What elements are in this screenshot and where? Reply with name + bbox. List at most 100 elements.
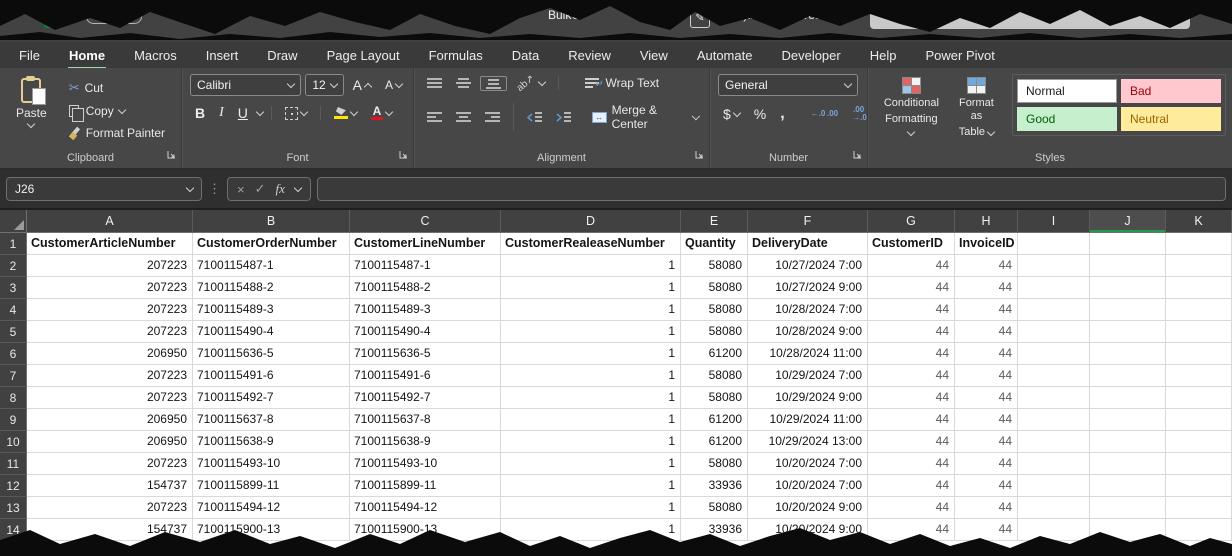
cell-E13[interactable]: 58080 — [681, 497, 748, 519]
cell-A7[interactable]: 207223 — [27, 365, 193, 387]
cell-B1[interactable]: CustomerOrderNumber — [193, 233, 350, 255]
wrap-text-button[interactable]: ↵ Wrap Text — [581, 74, 664, 92]
cell-D4[interactable]: 1 — [501, 299, 681, 321]
cell-G4[interactable]: 44 — [868, 299, 955, 321]
row-header-12[interactable]: 12 — [0, 475, 27, 497]
cell-B10[interactable]: 7100115638-9 — [193, 431, 350, 453]
cell-E3[interactable]: 58080 — [681, 277, 748, 299]
row-header-13[interactable]: 13 — [0, 497, 27, 519]
tab-insert[interactable]: Insert — [205, 44, 240, 67]
cell-J9[interactable] — [1090, 409, 1166, 431]
cell-B6[interactable]: 7100115636-5 — [193, 343, 350, 365]
cell-D10[interactable]: 1 — [501, 431, 681, 453]
cell-D8[interactable]: 1 — [501, 387, 681, 409]
tab-review[interactable]: Review — [567, 44, 612, 67]
cell-B5[interactable]: 7100115490-4 — [193, 321, 350, 343]
align-right-button[interactable] — [480, 111, 505, 124]
align-left-button[interactable] — [422, 111, 447, 124]
tab-automate[interactable]: Automate — [696, 44, 754, 67]
italic-button[interactable]: I — [214, 104, 229, 122]
cell-A1[interactable]: CustomerArticleNumber — [27, 233, 193, 255]
cell-J2[interactable] — [1090, 255, 1166, 277]
cell-K14[interactable] — [1166, 519, 1232, 541]
column-header-I[interactable]: I — [1018, 210, 1090, 233]
cell-B7[interactable]: 7100115491-6 — [193, 365, 350, 387]
clipboard-dialog-launcher[interactable] — [167, 146, 176, 164]
column-header-C[interactable]: C — [350, 210, 501, 233]
cell-I4[interactable] — [1018, 299, 1090, 321]
comma-button[interactable]: , — [775, 104, 789, 124]
cell-B12[interactable]: 7100115899-11 — [193, 475, 350, 497]
cell-I10[interactable] — [1018, 431, 1090, 453]
cell-D11[interactable]: 1 — [501, 453, 681, 475]
column-header-G[interactable]: G — [868, 210, 955, 233]
underline-button[interactable]: U — [233, 104, 253, 122]
column-header-A[interactable]: A — [27, 210, 193, 233]
font-size-combo[interactable]: 12 — [305, 74, 343, 96]
tab-data[interactable]: Data — [511, 44, 540, 67]
cell-D9[interactable]: 1 — [501, 409, 681, 431]
tab-developer[interactable]: Developer — [780, 44, 841, 67]
cell-C8[interactable]: 7100115492-7 — [350, 387, 501, 409]
cell-E7[interactable]: 58080 — [681, 365, 748, 387]
font-dialog-launcher[interactable] — [399, 146, 408, 164]
cell-B11[interactable]: 7100115493-10 — [193, 453, 350, 475]
decrease-indent-button[interactable] — [522, 111, 547, 124]
currency-button[interactable]: $ — [718, 105, 745, 123]
cell-G8[interactable]: 44 — [868, 387, 955, 409]
cancel-icon[interactable]: × — [237, 182, 245, 197]
cell-G6[interactable]: 44 — [868, 343, 955, 365]
cell-I14[interactable] — [1018, 519, 1090, 541]
cell-I11[interactable] — [1018, 453, 1090, 475]
cell-B3[interactable]: 7100115488-2 — [193, 277, 350, 299]
cell-E5[interactable]: 58080 — [681, 321, 748, 343]
alignment-dialog-launcher[interactable] — [695, 146, 704, 164]
cell-H11[interactable]: 44 — [955, 453, 1018, 475]
cell-H13[interactable]: 44 — [955, 497, 1018, 519]
cell-K4[interactable] — [1166, 299, 1232, 321]
tab-help[interactable]: Help — [869, 44, 898, 67]
cell-K7[interactable] — [1166, 365, 1232, 387]
cell-G12[interactable]: 44 — [868, 475, 955, 497]
cell-D12[interactable]: 1 — [501, 475, 681, 497]
cell-H8[interactable]: 44 — [955, 387, 1018, 409]
cell-G11[interactable]: 44 — [868, 453, 955, 475]
cell-C3[interactable]: 7100115488-2 — [350, 277, 501, 299]
cell-I2[interactable] — [1018, 255, 1090, 277]
cell-C6[interactable]: 7100115636-5 — [350, 343, 501, 365]
excel-app-icon[interactable]: X — [44, 8, 64, 28]
cell-A8[interactable]: 207223 — [27, 387, 193, 409]
cell-D6[interactable]: 1 — [501, 343, 681, 365]
cell-B14[interactable]: 7100115900-13 — [193, 519, 350, 541]
row-header-9[interactable]: 9 — [0, 409, 27, 431]
increase-indent-button[interactable] — [551, 111, 576, 124]
cell-F5[interactable]: 10/28/2024 9:00 — [748, 321, 868, 343]
cell-E12[interactable]: 33936 — [681, 475, 748, 497]
cell-C9[interactable]: 7100115637-8 — [350, 409, 501, 431]
cell-A4[interactable]: 207223 — [27, 299, 193, 321]
cell-J8[interactable] — [1090, 387, 1166, 409]
align-bottom-button[interactable] — [480, 76, 507, 91]
fill-color-button[interactable] — [329, 106, 362, 120]
cell-B4[interactable]: 7100115489-3 — [193, 299, 350, 321]
cell-C2[interactable]: 7100115487-1 — [350, 255, 501, 277]
cell-K9[interactable] — [1166, 409, 1232, 431]
row-header-3[interactable]: 3 — [0, 277, 27, 299]
cell-C5[interactable]: 7100115490-4 — [350, 321, 501, 343]
row-header-8[interactable]: 8 — [0, 387, 27, 409]
cell-F3[interactable]: 10/27/2024 9:00 — [748, 277, 868, 299]
cell-G5[interactable]: 44 — [868, 321, 955, 343]
cell-G9[interactable]: 44 — [868, 409, 955, 431]
cell-B9[interactable]: 7100115637-8 — [193, 409, 350, 431]
column-header-B[interactable]: B — [193, 210, 350, 233]
cell-B2[interactable]: 7100115487-1 — [193, 255, 350, 277]
cell-F9[interactable]: 10/29/2024 11:00 — [748, 409, 868, 431]
cell-A14[interactable]: 154737 — [27, 519, 193, 541]
merge-center-button[interactable]: ↔ Merge & Center — [588, 101, 703, 133]
conditional-formatting-button[interactable]: Conditional Formatting — [876, 74, 947, 148]
cell-I5[interactable] — [1018, 321, 1090, 343]
align-top-button[interactable] — [422, 77, 447, 90]
number-dialog-launcher[interactable] — [853, 146, 862, 164]
row-header-6[interactable]: 6 — [0, 343, 27, 365]
cell-E14[interactable]: 33936 — [681, 519, 748, 541]
